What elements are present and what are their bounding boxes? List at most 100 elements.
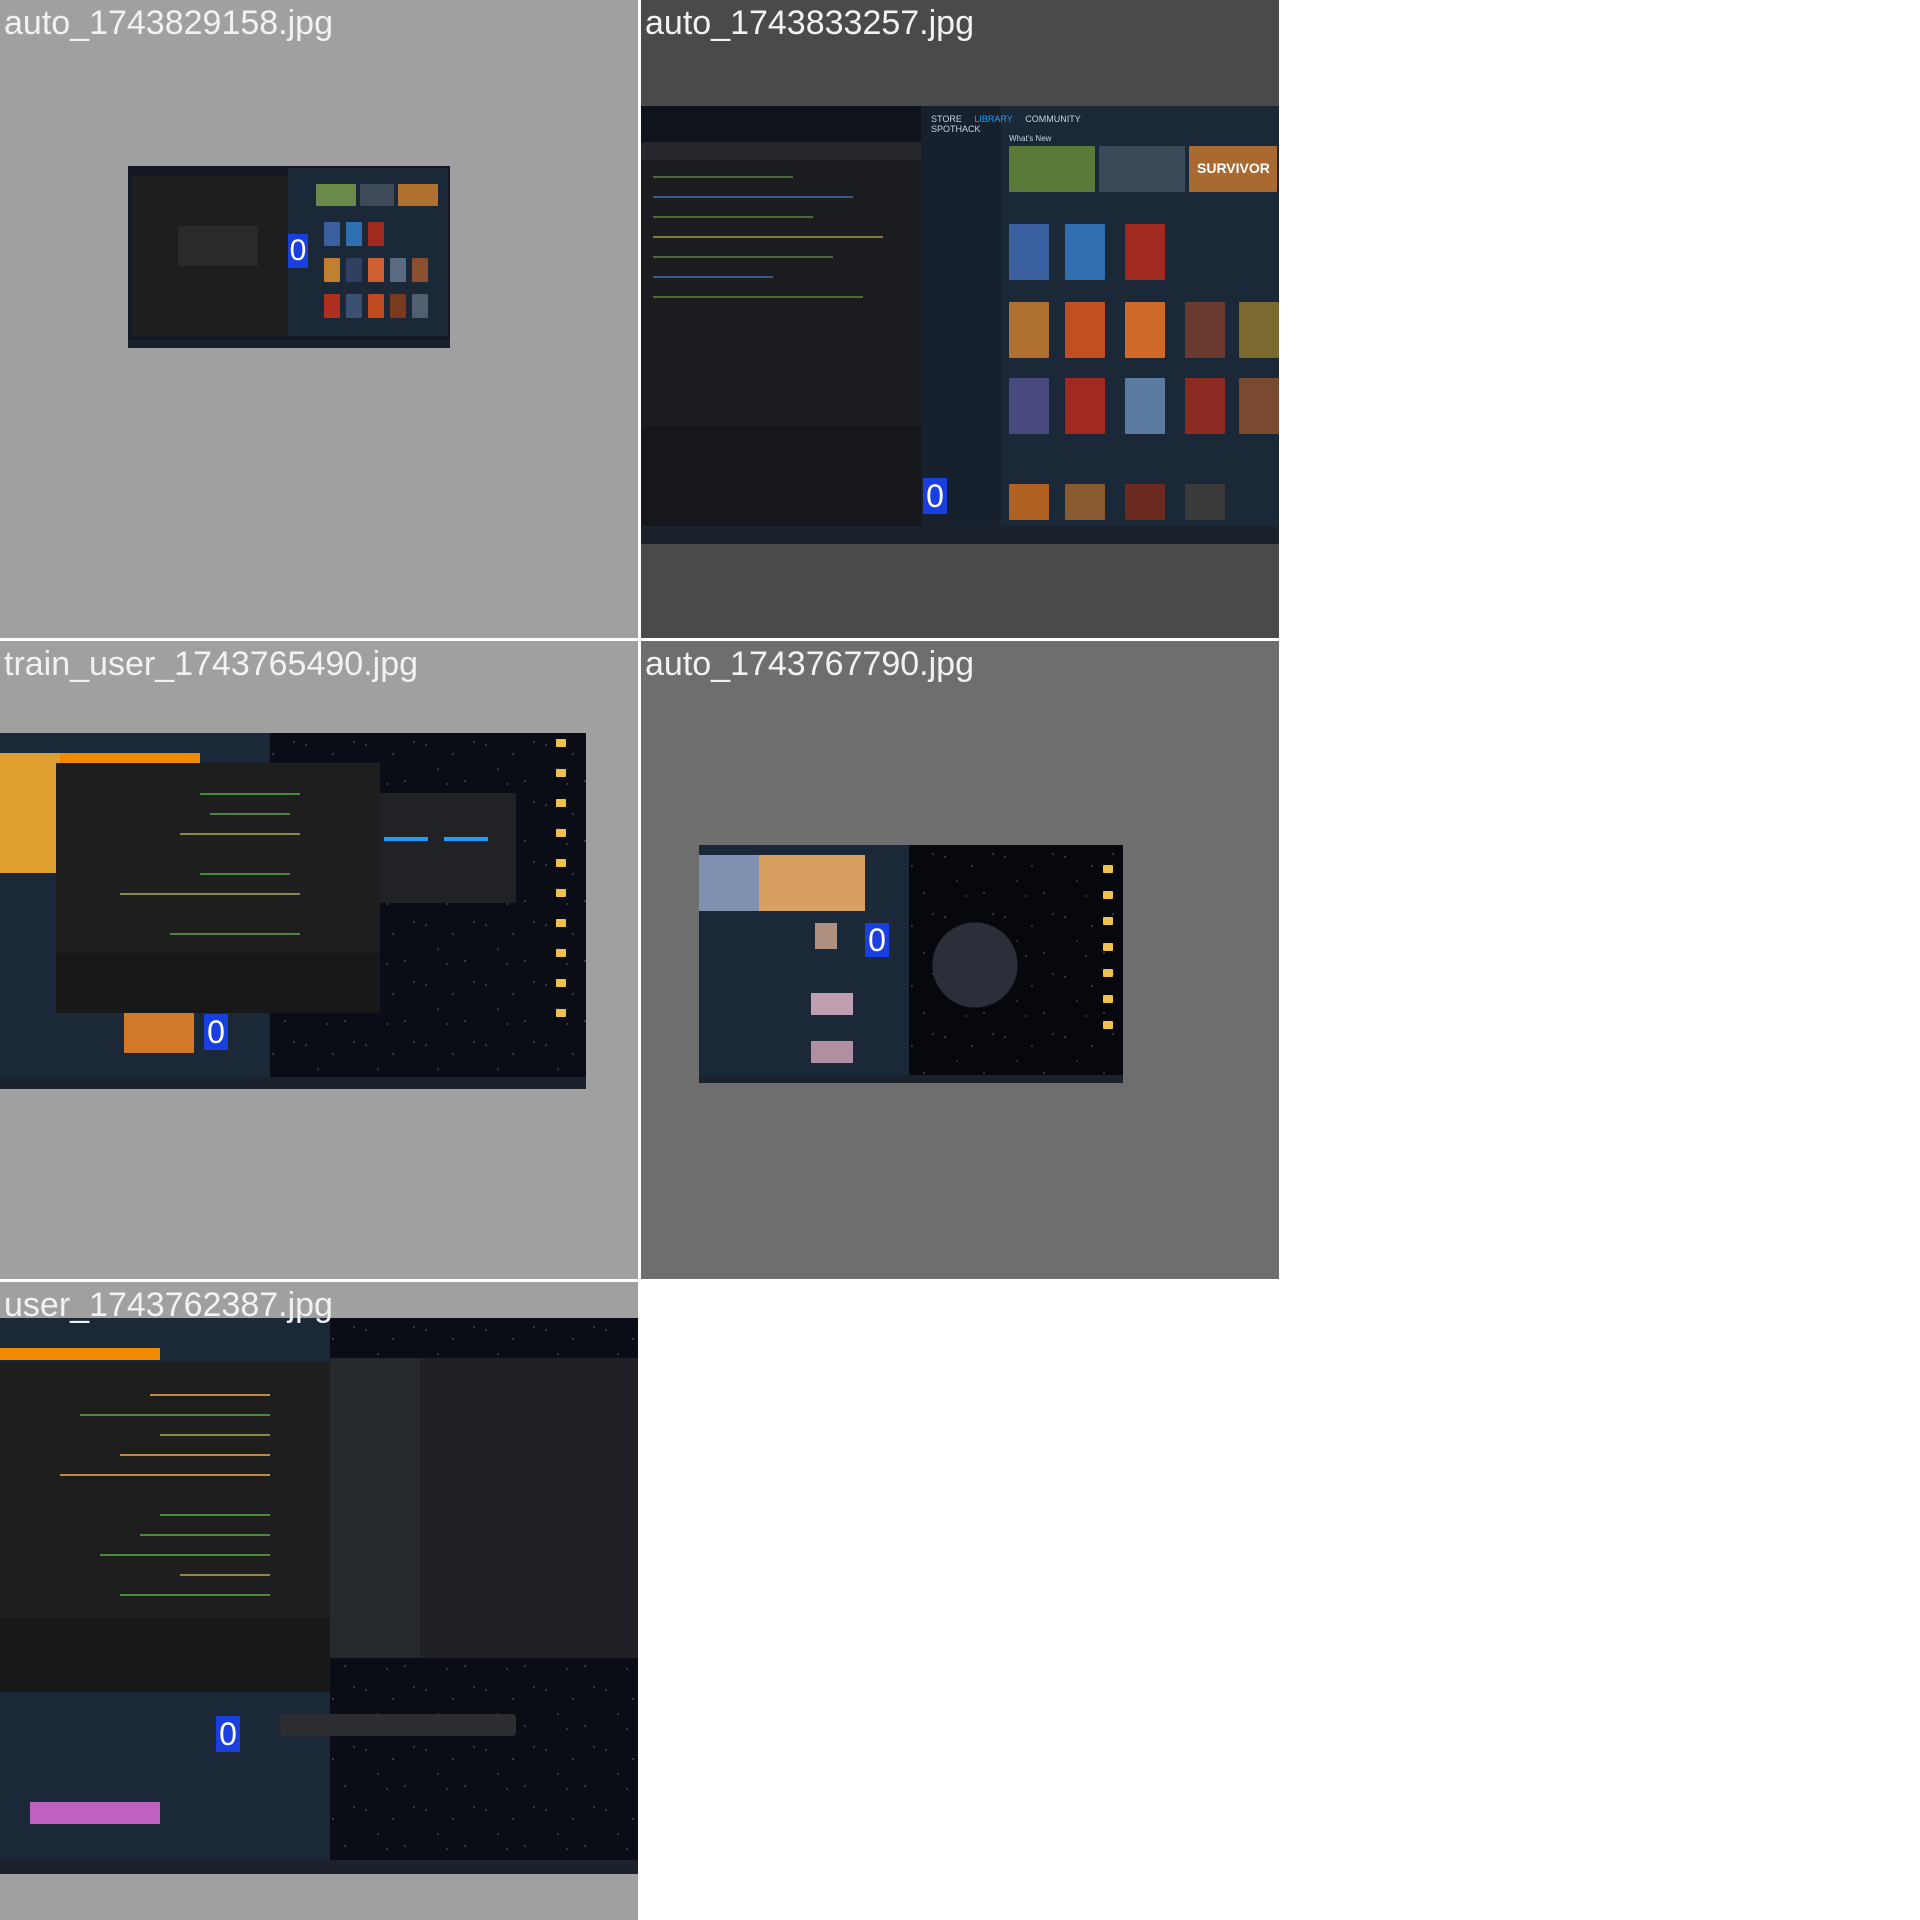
screenshot-preview (699, 845, 1123, 1083)
screenshot-tile-4[interactable]: auto_1743767790.jpg 0 (641, 641, 1279, 1279)
game-cover (1125, 224, 1165, 280)
code-line (653, 276, 773, 278)
desktop-folder-icon[interactable] (556, 889, 566, 897)
game-art (30, 1802, 160, 1824)
game-cover (346, 294, 362, 318)
nav-community[interactable]: COMMUNITY (1025, 114, 1081, 124)
screenshot-tile-3[interactable]: train_user_1743765490.jpg 0 (0, 641, 638, 1279)
index-badge: 0 (923, 478, 947, 514)
code-line (653, 196, 853, 198)
code-line (210, 813, 290, 815)
screenshot-tile-2[interactable]: auto_1743833257.jpg STORE LIBRARY COMMUN… (641, 0, 1279, 638)
chat-panel (420, 1358, 638, 1658)
screenshot-preview (0, 1318, 638, 1874)
browser-window (330, 1358, 420, 1658)
game-cover (1065, 302, 1105, 358)
game-cover (1185, 484, 1225, 520)
game-cover (1009, 302, 1049, 358)
astronaut-wallpaper (909, 865, 1019, 1065)
code-line (200, 873, 290, 875)
index-badge: 0 (288, 234, 308, 268)
terminal-panel (0, 1618, 330, 1692)
desktop-folder-icon[interactable] (556, 769, 566, 777)
game-cover (368, 222, 384, 246)
desktop-folder-icon[interactable] (1103, 943, 1113, 951)
code-line (120, 893, 300, 895)
game-cover (368, 294, 384, 318)
desktop-folder-icon[interactable] (556, 1009, 566, 1017)
game-cover (390, 294, 406, 318)
desktop-folder-icon[interactable] (556, 739, 566, 747)
game-cover (1185, 378, 1225, 434)
game-cover: SURVIVOR (1189, 146, 1277, 192)
code-line (653, 176, 793, 178)
desktop-folder-icon[interactable] (556, 919, 566, 927)
game-cover (324, 222, 340, 246)
nav-library[interactable]: LIBRARY (974, 114, 1012, 124)
game-cover (1239, 302, 1279, 358)
game-cover (1125, 484, 1165, 520)
game-cover (1065, 484, 1105, 520)
game-cover (1009, 146, 1095, 192)
editor-tabs (641, 142, 921, 160)
game-cover (412, 294, 428, 318)
desktop-folder-icon[interactable] (556, 829, 566, 837)
game-art (0, 753, 60, 873)
desktop-folder-icon[interactable] (1103, 969, 1113, 977)
code-line (180, 1574, 270, 1576)
desktop-folder-icon[interactable] (1103, 917, 1113, 925)
code-line (100, 1554, 270, 1556)
desktop-folder-icon[interactable] (556, 859, 566, 867)
nav-spothack[interactable]: SPOTHACK (931, 124, 981, 134)
desktop-folder-icon[interactable] (1103, 995, 1113, 1003)
taskbar (699, 1075, 1123, 1083)
game-cover (346, 258, 362, 282)
code-line (120, 1594, 270, 1596)
game-art (124, 1013, 194, 1053)
code-line (180, 833, 300, 835)
whats-new-heading: What's New (1009, 134, 1052, 143)
screenshot-preview (0, 733, 586, 1089)
taskbar (128, 340, 450, 348)
taskbar (0, 1860, 638, 1874)
code-line (150, 1394, 270, 1396)
screenshot-tile-5[interactable]: user_1743762387.jpg 0 (0, 1282, 638, 1920)
screenshot-tile-1[interactable]: auto_1743829158.jpg 0 (0, 0, 638, 638)
code-line (653, 256, 833, 258)
taskbar (0, 1077, 586, 1089)
nav-store[interactable]: STORE (931, 114, 962, 124)
game-cover (1009, 224, 1049, 280)
index-badge: 0 (865, 923, 889, 957)
desktop-folder-icon[interactable] (556, 799, 566, 807)
code-line (653, 216, 813, 218)
steam-sidebar (921, 106, 1001, 526)
ask-input[interactable] (280, 1714, 516, 1736)
game-cover (1009, 484, 1049, 520)
code-line (200, 793, 300, 795)
blue-progress (384, 837, 428, 841)
index-badge: 0 (216, 1716, 240, 1752)
taskbar (641, 526, 1279, 544)
game-cover (390, 258, 406, 282)
terminal-panel (641, 426, 921, 526)
game-cover (1125, 302, 1165, 358)
tile-filename: auto_1743767790.jpg (645, 645, 974, 683)
file-dialog (380, 793, 516, 903)
tile-filename: user_1743762387.jpg (4, 1286, 333, 1324)
code-line (160, 1514, 270, 1516)
desktop-folder-icon[interactable] (1103, 865, 1113, 873)
game-art (699, 855, 759, 911)
desktop-folder-icon[interactable] (556, 979, 566, 987)
news-image (811, 1041, 853, 1063)
game-cover (360, 184, 394, 206)
game-cover (1185, 302, 1225, 358)
featured-title: SURVIVOR (1197, 160, 1270, 176)
game-cover (316, 184, 356, 206)
desktop-folder-icon[interactable] (1103, 891, 1113, 899)
terminal-panel (56, 953, 380, 1013)
desktop-folder-icon[interactable] (1103, 1021, 1113, 1029)
code-line (60, 1474, 270, 1476)
game-cover (368, 258, 384, 282)
code-line (653, 236, 883, 238)
desktop-folder-icon[interactable] (556, 949, 566, 957)
